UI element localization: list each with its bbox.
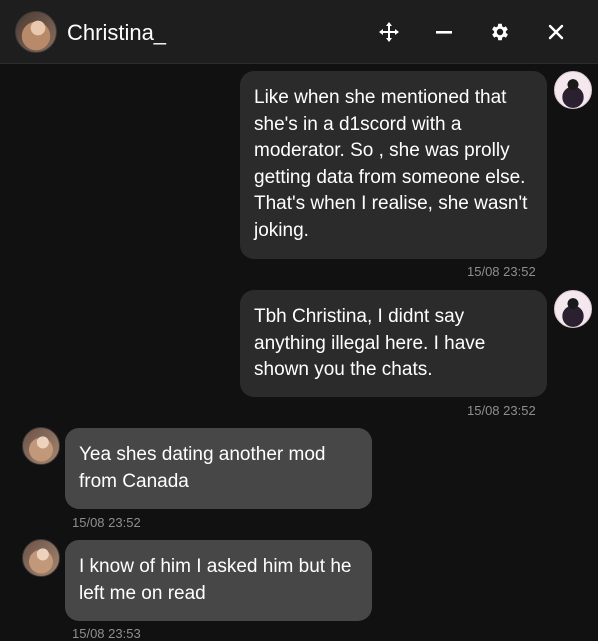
contact-avatar-small [22,427,60,465]
message-bubble-incoming[interactable]: Yea shes dating another mod from Canada [65,428,372,509]
my-avatar [554,290,592,328]
message-bubble-incoming[interactable]: I know of him I asked him but he left me… [65,540,372,621]
message-timestamp: 15/08 23:52 [467,403,536,418]
move-icon[interactable] [375,18,403,46]
message-timestamp: 15/08 23:52 [467,264,536,279]
close-icon[interactable] [542,18,570,46]
message-bubble-outgoing[interactable]: Tbh Christina, I didnt say anything ille… [240,290,547,397]
gear-icon[interactable] [486,18,514,46]
minimize-icon[interactable] [430,18,458,46]
contact-avatar[interactable] [15,11,57,53]
contact-avatar-small [22,539,60,577]
message-timestamp: 15/08 23:53 [72,626,141,641]
message-text: Tbh Christina, I didnt say anything ille… [254,306,486,380]
my-avatar [554,71,592,109]
message-bubble-outgoing[interactable]: Like when she mentioned that she's in a … [240,71,547,259]
message-text: Like when she mentioned that she's in a … [254,87,528,241]
message-text: Yea shes dating another mod from Canada [79,444,326,492]
message-text: I know of him I asked him but he left me… [79,556,352,604]
contact-name[interactable]: Christina_ [67,19,166,47]
chat-header: Christina_ [0,0,598,64]
message-timestamp: 15/08 23:52 [72,515,141,530]
